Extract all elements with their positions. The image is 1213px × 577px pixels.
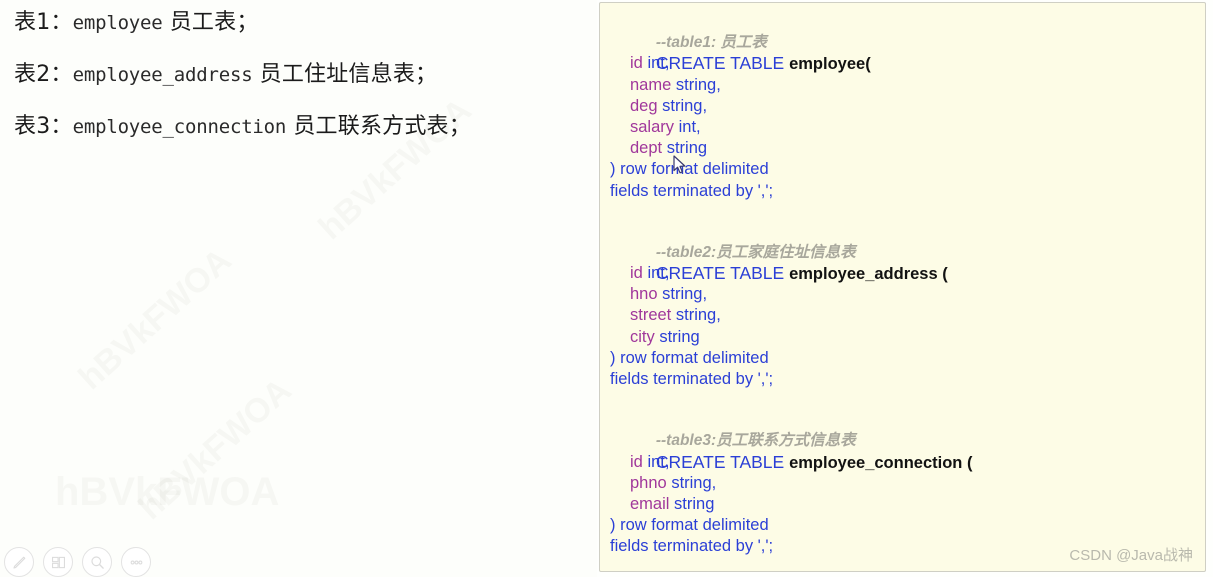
sql-column-name: id — [630, 264, 643, 283]
note-line-table3: 表3：employee_connection 员工联系方式表； — [14, 108, 471, 140]
pen-icon — [11, 554, 28, 571]
sql-rowformat-line: ) row format delimited — [610, 159, 1205, 180]
watermark-text: hBVkFWOA — [131, 371, 299, 528]
watermark-text: hBVkFWOA — [55, 470, 280, 514]
sql-column-type: string — [659, 327, 700, 346]
sql-column-line: street string, — [610, 305, 1205, 326]
sql-column-line: salary int, — [610, 117, 1205, 138]
sql-column-name: email — [630, 494, 670, 513]
sql-column-name: salary — [630, 117, 675, 136]
note-1-suffix: 员工表； — [162, 10, 259, 35]
sql-fields-text: fields terminated by ','; — [610, 370, 774, 388]
sql-column-type: int, — [678, 117, 701, 136]
note-1-table-name: employee — [72, 12, 163, 34]
sql-create-keyword: CREATE TABLE — [655, 451, 790, 472]
sql-rowformat-text: ) row format delimited — [610, 348, 769, 367]
sql-table-name: employee_address ( — [789, 265, 948, 284]
sql-table-name: employee( — [789, 55, 871, 74]
sql-column-type: string, — [662, 285, 708, 304]
sql-column-name: name — [630, 75, 672, 94]
sql-comment-text: --table1: 员工表 — [655, 34, 767, 52]
watermark-text: hBVkFWOA — [71, 241, 239, 398]
sql-column-type: string — [674, 494, 715, 513]
sql-rowformat-line: ) row format delimited — [610, 348, 1205, 369]
search-icon — [89, 554, 106, 571]
sql-fields-text: fields terminated by ','; — [610, 537, 774, 556]
sql-column-line: city string — [610, 327, 1205, 348]
sql-comment-line: --table3:员工联系方式信息表 — [610, 409, 1205, 449]
sql-code-body: --table1: 员工表 CREATE TABLE employee( id … — [600, 3, 1205, 558]
sql-fields-text: fields terminated by ','; — [610, 181, 774, 200]
sql-comment-line: --table2:员工家庭住址信息表 — [610, 221, 1205, 261]
sql-column-name: hno — [630, 285, 658, 304]
sql-column-line: name string, — [610, 75, 1205, 96]
page-root: 表1：employee 员工表； 表2：employee_address 员工住… — [0, 0, 1213, 577]
sql-create-keyword: CREATE TABLE — [655, 263, 790, 284]
note-3-table-name: employee_connection — [72, 116, 287, 138]
sql-column-name: phno — [630, 473, 667, 492]
note-line-table2: 表2：employee_address 员工住址信息表； — [14, 56, 437, 88]
note-2-prefix: 表2： — [14, 62, 73, 87]
sql-table-name: employee_connection ( — [789, 453, 973, 472]
note-2-table-name: employee_address — [72, 64, 253, 86]
sql-column-name: id — [630, 54, 643, 73]
note-3-suffix: 员工联系方式表； — [286, 114, 471, 139]
sql-code-panel[interactable]: hBVkFWOA hBVkFWOA hBVkFWOA hBVkFWOA hBVk… — [599, 2, 1206, 572]
sql-rowformat-text: ) row format delimited — [610, 160, 769, 179]
search-button[interactable] — [82, 547, 112, 577]
layout-icon — [50, 554, 67, 571]
sql-column-type: string, — [675, 75, 721, 94]
sql-column-type: int, — [647, 452, 670, 471]
sql-column-type: string — [666, 139, 708, 158]
csdn-credit-watermark: CSDN @Java战神 — [1069, 547, 1193, 564]
sql-block-employee: --table1: 员工表 CREATE TABLE employee( id … — [610, 11, 1205, 202]
sql-rowformat-text: ) row format delimited — [610, 516, 769, 535]
bottom-toolbar — [4, 547, 151, 577]
sql-column-line: phno string, — [610, 473, 1205, 494]
layout-button[interactable] — [43, 547, 73, 577]
sql-column-name: deg — [630, 96, 658, 115]
more-button[interactable] — [121, 547, 151, 577]
more-icon — [128, 554, 145, 571]
note-2-suffix: 员工住址信息表； — [252, 62, 438, 87]
sql-column-line: email string — [610, 494, 1205, 515]
sql-column-line: deg string, — [610, 96, 1205, 117]
sql-column-line: hno string, — [610, 284, 1205, 305]
pen-button[interactable] — [4, 547, 34, 577]
sql-comment-text: --table3:员工联系方式信息表 — [655, 432, 856, 450]
sql-column-name: street — [630, 306, 672, 325]
sql-column-name: dept — [630, 139, 663, 158]
sql-column-type: string, — [671, 473, 717, 492]
note-line-table1: 表1：employee 员工表； — [14, 4, 259, 36]
sql-create-keyword: CREATE TABLE — [655, 53, 790, 74]
sql-column-type: int, — [647, 54, 670, 73]
sql-column-type: int, — [647, 264, 670, 283]
sql-column-name: id — [630, 452, 643, 471]
sql-comment-line: --table1: 员工表 — [610, 11, 1205, 51]
sql-fields-line: fields terminated by ','; — [610, 369, 1205, 390]
note-3-prefix: 表3： — [14, 114, 73, 139]
sql-column-type: string, — [662, 96, 708, 115]
sql-fields-line: fields terminated by ','; — [610, 181, 1205, 202]
sql-column-line: dept string — [610, 138, 1205, 159]
note-1-prefix: 表1： — [14, 10, 73, 35]
sql-column-name: city — [630, 327, 655, 346]
sql-block-employee-address: --table2:员工家庭住址信息表 CREATE TABLE employee… — [610, 221, 1205, 391]
sql-rowformat-line: ) row format delimited — [610, 515, 1205, 536]
notes-pane: 表1：employee 员工表； 表2：employee_address 员工住… — [0, 0, 597, 577]
sql-column-type: string, — [675, 306, 721, 325]
sql-block-employee-connection: --table3:员工联系方式信息表 CREATE TABLE employee… — [610, 409, 1205, 557]
sql-comment-text: --table2:员工家庭住址信息表 — [655, 243, 856, 261]
